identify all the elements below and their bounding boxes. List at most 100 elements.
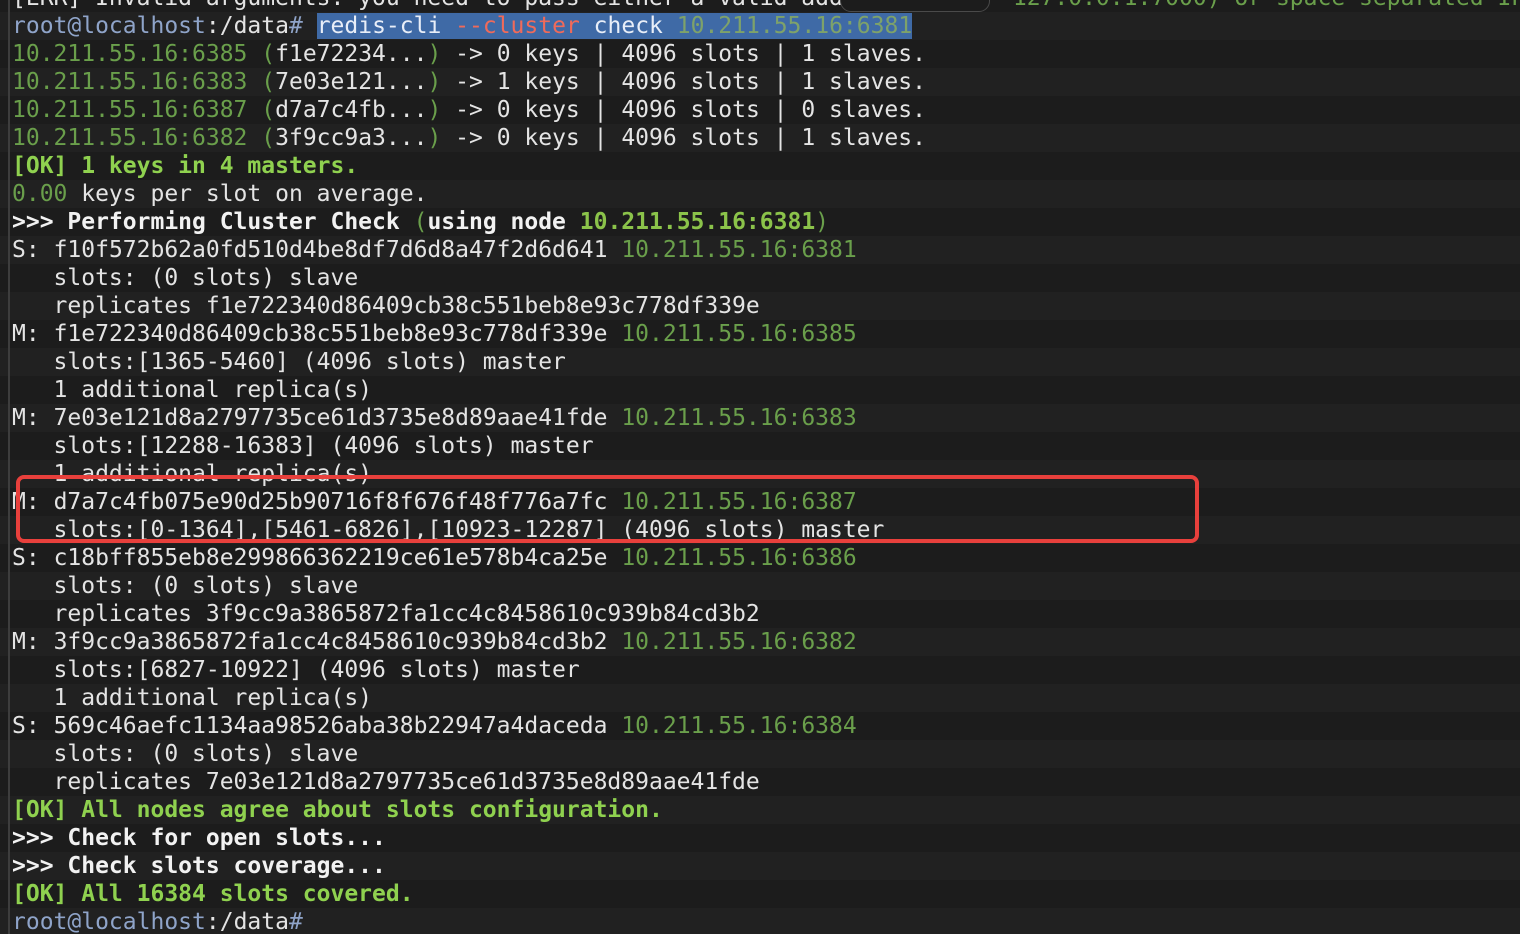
cluster-check-header: >>> Performing Cluster Check (using node… (12, 208, 1520, 236)
ok-covered-line: [OK] All 16384 slots covered. (12, 881, 414, 907)
selected-command[interactable]: redis-cli --cluster check 10.211.55.16:6… (316, 13, 913, 39)
average-text: keys per slot on average. (67, 181, 428, 207)
paren: ( (261, 69, 276, 95)
slots-detail: (0 slots) slave (136, 265, 359, 291)
node-id: f1e722340d86409cb38c551beb8e93c778df339e (53, 321, 608, 347)
node-id: f10f572b62a0fd510d4be8df7d6d8a47f2d6d641 (53, 237, 608, 263)
node-address: 10.211.55.16:6383 (621, 405, 857, 431)
node-address: 10.211.55.16:6384 (621, 713, 857, 739)
paren: ) (427, 97, 442, 123)
overlay-pill (840, 0, 990, 12)
node-summary: -> 1 keys | 4096 slots | 1 slaves. (441, 69, 926, 95)
node-address: 10.211.55.16:6385 (621, 321, 857, 347)
node-address: 10.211.55.16:6385 (12, 41, 248, 67)
error-text: [ERR] Invalid arguments: you need to pas… (12, 0, 843, 11)
slots-label: slots: (12, 573, 137, 599)
slots-detail: (0 slots) slave (136, 741, 359, 767)
prompt-user-host: root@localhost (12, 909, 206, 934)
node-extra: replicates 3f9cc9a3865872fa1cc4c8458610c… (12, 601, 760, 627)
slots-label: slots: (12, 741, 137, 767)
node-summary: -> 0 keys | 4096 slots | 1 slaves. (441, 41, 926, 67)
node-id: 569c46aefc1134aa98526aba38b22947a4daceda (53, 713, 608, 739)
prompt-path: :/data (205, 909, 289, 934)
check-mid: using node (427, 209, 580, 235)
node-address: 10.211.55.16:6387 (12, 97, 248, 123)
node-role: M: (12, 405, 40, 431)
average-value: 0.00 (12, 181, 68, 207)
paren: ) (427, 69, 442, 95)
node-header: M: 7e03e121d8a2797735ce61d3735e8d89aae41… (12, 404, 1520, 432)
node-slots: slots:[1365-5460] (4096 slots) master (12, 348, 1520, 376)
node-id-short: 3f9cc9a3... (275, 125, 428, 151)
slots-detail: [1365-5460] (4096 slots) master (136, 349, 566, 375)
node-role: S: (12, 237, 40, 263)
final-prompt[interactable]: root@localhost:/data# (12, 908, 1520, 934)
node-role: S: (12, 545, 40, 571)
node-address: 10.211.55.16:6381 (621, 237, 857, 263)
slots-detail: (0 slots) slave (136, 573, 359, 599)
paren: ( (261, 41, 276, 67)
node-slots: slots: (0 slots) slave (12, 572, 1520, 600)
node-slots: slots: (0 slots) slave (12, 264, 1520, 292)
node-role: M: (12, 629, 40, 655)
node-slots: slots:[12288-16383] (4096 slots) master (12, 432, 1520, 460)
command-line[interactable]: root@localhost:/data# redis-cli --cluste… (12, 12, 1520, 40)
node-address: 10.211.55.16:6383 (12, 69, 248, 95)
command-subcommand: check (593, 13, 663, 39)
slots-label: slots: (12, 349, 137, 375)
ok-keys-line: [OK] 1 keys in 4 masters. (12, 153, 359, 179)
node-id-short: d7a7c4fb... (275, 97, 428, 123)
open-slots-line: >>> Check for open slots... (12, 825, 386, 851)
node-address: 10.211.55.16:6382 (12, 125, 248, 151)
node-slots: slots: (0 slots) slave (12, 740, 1520, 768)
summary-row: 10.211.55.16:6387 (d7a7c4fb...) -> 0 key… (12, 96, 1520, 124)
annotation-highlight-box (16, 475, 1199, 543)
paren: ( (261, 97, 276, 123)
node-extra: replicates 7e03e121d8a2797735ce61d3735e8… (12, 769, 760, 795)
paren: ) (427, 41, 442, 67)
paren: ) (815, 209, 830, 235)
node-id-short: 7e03e121... (275, 69, 428, 95)
node-role: M: (12, 321, 40, 347)
check-prefix: >>> Performing Cluster Check (12, 209, 414, 235)
prompt-user-host: root@localhost (12, 13, 206, 39)
node-extra: replicates f1e722340d86409cb38c551beb8e9… (12, 293, 760, 319)
prompt-path: :/data (205, 13, 289, 39)
paren: ( (261, 125, 276, 151)
node-role: S: (12, 713, 40, 739)
slots-label: slots: (12, 657, 137, 683)
slots-detail: [6827-10922] (4096 slots) master (136, 657, 580, 683)
summary-row: 10.211.55.16:6383 (7e03e121...) -> 1 key… (12, 68, 1520, 96)
slots-label: slots: (12, 433, 137, 459)
node-id: c18bff855eb8e299866362219ce61e578b4ca25e (53, 545, 608, 571)
node-extra: 1 additional replica(s) (12, 377, 373, 403)
average-line: 0.00 keys per slot on average. (12, 180, 1520, 208)
node-summary: -> 0 keys | 4096 slots | 0 slaves. (441, 97, 926, 123)
prompt-symbol: # (288, 909, 303, 934)
window-left-border (8, 0, 10, 934)
node-header: M: f1e722340d86409cb38c551beb8e93c778df3… (12, 320, 1520, 348)
summary-row: 10.211.55.16:6382 (3f9cc9a3...) -> 0 key… (12, 124, 1520, 152)
error-text-tail: 127.0.0.1:7000) or space separated IP (1013, 0, 1520, 11)
node-header: S: f10f572b62a0fd510d4be8df7d6d8a47f2d6d… (12, 236, 1520, 264)
ok-agree-line: [OK] All nodes agree about slots configu… (12, 797, 663, 823)
node-header: S: c18bff855eb8e299866362219ce61e578b4ca… (12, 544, 1520, 572)
command-flag: --cluster (455, 13, 580, 39)
coverage-line: >>> Check slots coverage... (12, 853, 386, 879)
node-header: M: 3f9cc9a3865872fa1cc4c8458610c939b84cd… (12, 628, 1520, 656)
paren: ) (427, 125, 442, 151)
node-summary: -> 0 keys | 4096 slots | 1 slaves. (441, 125, 926, 151)
node-id-short: f1e72234... (275, 41, 428, 67)
prompt-symbol: # (288, 13, 303, 39)
error-line: [ERR] Invalid arguments: you need to pas… (12, 0, 1520, 12)
terminal-output[interactable]: [ERR] Invalid arguments: you need to pas… (12, 0, 1520, 934)
slots-detail: [12288-16383] (4096 slots) master (136, 433, 594, 459)
node-address: 10.211.55.16:6386 (621, 545, 857, 571)
node-id: 3f9cc9a3865872fa1cc4c8458610c939b84cd3b2 (53, 629, 608, 655)
slots-label: slots: (12, 265, 137, 291)
paren: ( (413, 209, 428, 235)
node-header: S: 569c46aefc1134aa98526aba38b22947a4dac… (12, 712, 1520, 740)
node-extra: 1 additional replica(s) (12, 685, 373, 711)
node-address: 10.211.55.16:6382 (621, 629, 857, 655)
node-id: 7e03e121d8a2797735ce61d3735e8d89aae41fde (53, 405, 608, 431)
